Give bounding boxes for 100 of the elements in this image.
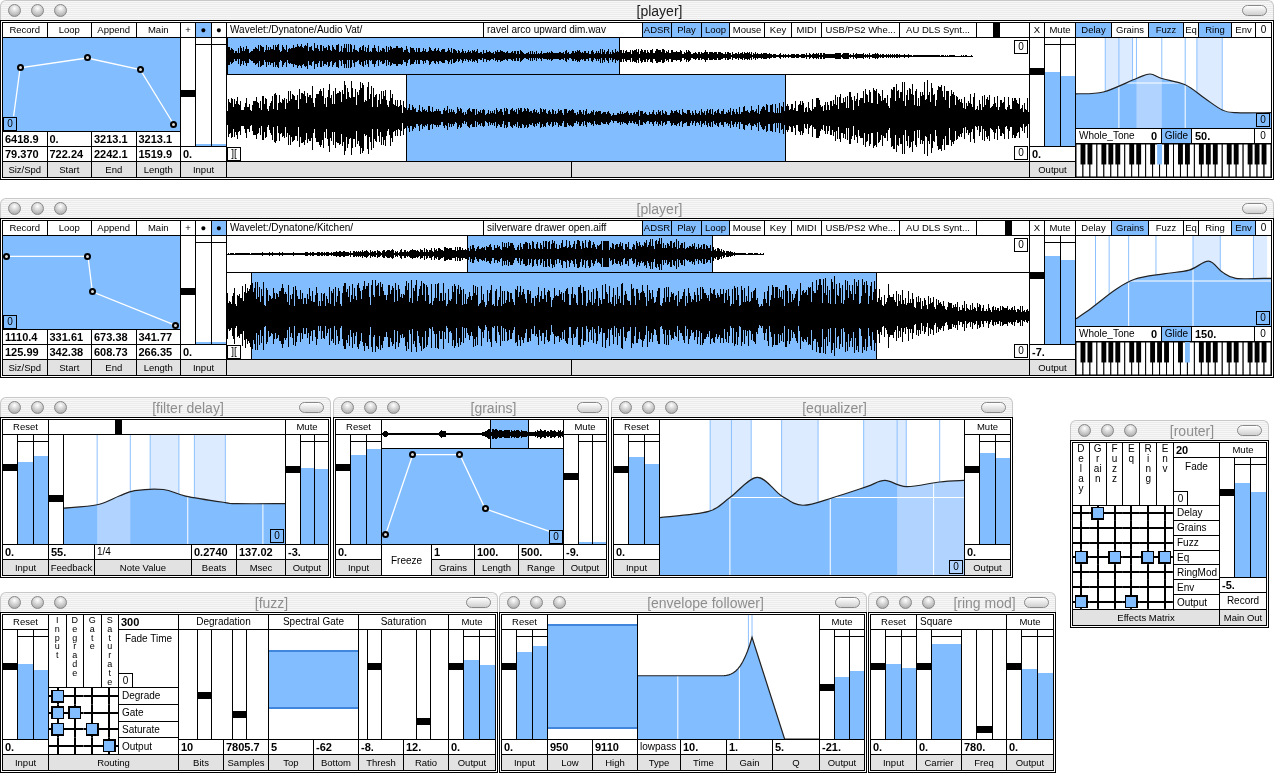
number-field[interactable]: 0. (502, 740, 547, 754)
slider-thumb[interactable] (1220, 489, 1234, 497)
number-field[interactable]: 6418.9 (3, 132, 47, 146)
slider-track[interactable] (820, 630, 834, 739)
slider-thumb[interactable] (1004, 221, 1012, 235)
scale-offset[interactable]: 0 (1150, 327, 1157, 341)
number-field[interactable]: 0 (1255, 327, 1271, 341)
mode-button[interactable]: Append (92, 23, 136, 37)
number-field[interactable]: 1519.9 (136, 147, 180, 161)
number-field[interactable]: 780. (962, 740, 1006, 754)
slider-thumb[interactable] (115, 420, 123, 434)
number-field[interactable]: 341.77 (136, 330, 180, 344)
slider-track[interactable] (3, 630, 17, 739)
source-toggle[interactable]: Loop (702, 221, 729, 235)
selection-edge[interactable] (619, 38, 621, 74)
source-toggle[interactable]: MIDI (792, 221, 821, 235)
path-field[interactable]: Wavelet:/Dynatone/Kitchen/ (227, 221, 483, 235)
effect-toggle[interactable]: Ring (1199, 23, 1231, 37)
waveform-view[interactable]: 0 (227, 38, 1029, 74)
number-field[interactable]: 0. (614, 545, 659, 559)
menu-field[interactable]: lowpass (638, 740, 680, 754)
source-toggle[interactable]: Mouse (730, 221, 764, 235)
close-button[interactable] (876, 596, 889, 609)
minimize-button[interactable] (31, 401, 44, 414)
range-handle[interactable] (548, 623, 637, 626)
number-field[interactable]: 0 (1173, 491, 1188, 505)
number-field[interactable]: 0.2740 (192, 545, 236, 559)
number-field[interactable]: 0 (1014, 344, 1028, 358)
slider-thumb[interactable] (49, 495, 63, 503)
close-button[interactable] (1078, 424, 1091, 437)
source-toggle[interactable]: AU DLS Synt... (900, 23, 976, 37)
number-field[interactable]: 10. (681, 740, 726, 754)
breakpoint-handle[interactable] (3, 252, 11, 260)
mute-button[interactable]: Mute (965, 420, 1010, 434)
slider-track[interactable] (564, 435, 578, 544)
number-field[interactable]: 0. (3, 740, 48, 754)
mute-button[interactable]: Mute (1045, 221, 1075, 235)
effect-toggle[interactable]: Fuzz (1149, 23, 1183, 37)
slider-thumb[interactable] (3, 463, 17, 471)
effect-toggle[interactable]: Fuzz (1149, 221, 1183, 235)
slider-track[interactable] (449, 630, 463, 739)
slider-track[interactable] (614, 435, 628, 544)
source-toggle[interactable]: Mouse (730, 23, 764, 37)
effect-toggle[interactable]: Grains (1112, 23, 1148, 37)
selection-edge[interactable] (406, 75, 408, 161)
selection-edge[interactable] (527, 420, 529, 448)
mute-button[interactable]: Mute (820, 615, 864, 629)
slider-thumb[interactable] (181, 89, 195, 97)
number-field[interactable]: 0 (1014, 238, 1028, 252)
number-field[interactable]: 0. (3, 545, 48, 559)
dot-button[interactable]: ● (196, 23, 211, 37)
source-toggle[interactable]: ADSR (643, 23, 671, 37)
number-field[interactable]: 0. (336, 545, 381, 559)
slider-track[interactable] (197, 630, 212, 739)
source-toggle[interactable]: Play (672, 23, 701, 37)
number-field[interactable]: 125.99 (3, 345, 47, 359)
toolbar-toggle-button[interactable] (835, 597, 860, 608)
slider-track[interactable] (416, 630, 431, 739)
mute-button[interactable]: Mute (564, 420, 606, 434)
action-button[interactable]: Freeze (382, 545, 431, 575)
add-button[interactable]: + (181, 23, 195, 37)
source-toggle[interactable]: USB/PS2 Whe... (822, 221, 899, 235)
matrix-node[interactable] (1073, 506, 1090, 521)
breakpoint-handle[interactable] (16, 64, 24, 72)
number-field[interactable]: 12. (404, 740, 448, 754)
reset-button[interactable]: Reset (336, 420, 381, 434)
slider-track[interactable] (917, 630, 932, 739)
number-field[interactable]: 3213.1 (92, 132, 136, 146)
matrix-node[interactable] (1073, 594, 1090, 609)
source-toggle[interactable]: AU DLS Synt... (900, 221, 976, 235)
zoom-button[interactable] (1124, 424, 1137, 437)
slider-thumb[interactable] (614, 465, 628, 473)
slider-thumb[interactable] (965, 465, 979, 473)
close-button[interactable] (341, 401, 354, 414)
zoom-button[interactable] (54, 596, 67, 609)
effect-toggle[interactable]: Eq (1184, 23, 1198, 37)
x-button[interactable]: X (1030, 23, 1044, 37)
number-field[interactable]: 0 (3, 315, 17, 329)
breakpoint-handle[interactable] (409, 451, 417, 459)
number-field[interactable]: 1. (727, 740, 772, 754)
breakpoint-handle[interactable] (481, 505, 489, 513)
number-field[interactable]: 0. (449, 740, 495, 754)
file-field[interactable]: silverware drawer open.aiff (484, 221, 642, 235)
source-toggle[interactable]: MIDI (792, 23, 821, 37)
number-field[interactable]: 0 (1256, 113, 1270, 127)
mute-button[interactable]: Mute (1220, 443, 1266, 457)
toolbar-toggle-button[interactable] (1024, 597, 1049, 608)
effect-toggle[interactable]: Env (1232, 221, 1255, 235)
range-handle[interactable] (269, 650, 358, 653)
minimize-button[interactable] (899, 596, 912, 609)
slider-thumb[interactable] (181, 287, 195, 295)
number-field[interactable]: 0 (1256, 311, 1270, 325)
close-button[interactable] (8, 401, 21, 414)
breakpoint-handle[interactable] (456, 451, 464, 459)
number-field[interactable]: 7805.7 (224, 740, 268, 754)
number-field[interactable]: 950 (548, 740, 592, 754)
slider-track[interactable] (232, 630, 247, 739)
slider-track[interactable] (336, 435, 350, 544)
title-bar[interactable]: [player] (0, 0, 1274, 20)
close-button[interactable] (507, 596, 520, 609)
